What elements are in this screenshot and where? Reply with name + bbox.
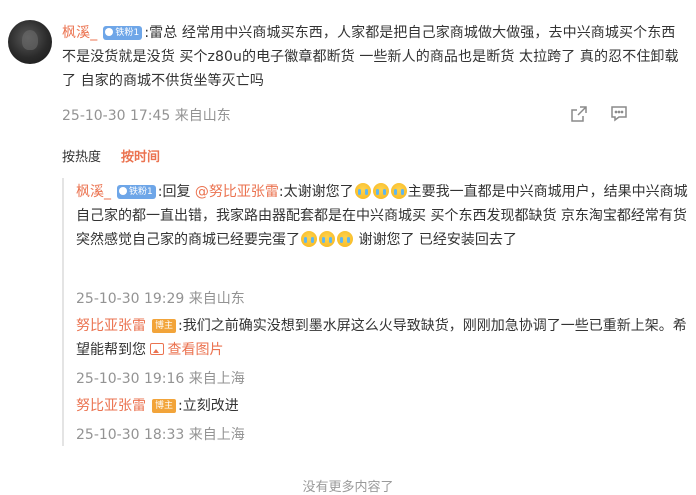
crying-emoji-icon	[354, 183, 371, 199]
main-comment-text: :雷总 经常用中兴商城买东西，人家都是把自己家商城做大做强，去中兴商城买个东西 …	[62, 25, 679, 89]
main-comment-location: 来自山东	[174, 108, 231, 124]
crying-emoji-icon	[319, 231, 335, 247]
reply-time: 25-10-30 19:29	[76, 291, 185, 307]
avatar[interactable]	[8, 20, 52, 64]
reply-item: 努比亚张雷 博主:立刻改进	[76, 394, 688, 418]
reply-username[interactable]: 枫溪_	[76, 184, 111, 200]
reply-username[interactable]: 努比亚张雷	[76, 398, 146, 414]
reply-item: 枫溪_ 铁粉1:回复 @努比亚张雷:太谢谢您了 主要我一直都是中兴商城用户，结果中兴…	[76, 180, 688, 252]
reply-meta: 25-10-30 18:33 来自上海	[76, 424, 245, 444]
reply-meta: 25-10-30 19:16 来自上海	[76, 368, 245, 388]
reply-location: 来自山东	[188, 291, 245, 307]
reply-prefix: :回复	[157, 184, 191, 200]
reply-location: 来自上海	[188, 371, 245, 387]
comment-icon[interactable]	[610, 105, 628, 123]
fan-badge[interactable]: 铁粉1	[103, 26, 143, 40]
main-comment-meta: 25-10-30 17:45 来自山东	[62, 105, 231, 125]
blogger-badge: 博主	[152, 399, 177, 413]
crying-emoji-icon	[337, 231, 353, 247]
blogger-badge: 博主	[152, 319, 177, 333]
reply-text: 谢谢您了 已经安装回去了	[354, 232, 517, 248]
sort-bar: 按热度 按时间	[62, 146, 160, 165]
view-image-label: 查看图片	[167, 342, 224, 358]
sort-by-hot[interactable]: 按热度	[62, 150, 101, 165]
reply-username[interactable]: 努比亚张雷	[76, 318, 146, 334]
image-icon	[150, 343, 165, 355]
share-icon[interactable]	[570, 105, 588, 123]
reply-time: 25-10-30 19:16	[76, 371, 185, 387]
reply-location: 来自上海	[188, 427, 245, 443]
fan-badge[interactable]: 铁粉1	[117, 185, 156, 199]
fan-badge-label: 铁粉1	[129, 187, 153, 197]
reply-text: :立刻改进	[178, 398, 239, 414]
mention-link[interactable]: @努比亚张雷	[195, 184, 279, 200]
reply-text: :太谢谢您了	[278, 184, 354, 200]
reply-item: 努比亚张雷 博主:我们之前确实没想到墨水屏这么火导致缺货，刚刚加急协调了一些已重新…	[76, 314, 688, 362]
fan-badge-icon	[119, 187, 127, 195]
fan-badge-icon	[105, 28, 114, 36]
reply-time: 25-10-30 18:33	[76, 427, 185, 443]
sort-by-time[interactable]: 按时间	[121, 150, 160, 165]
fan-badge-label: 铁粉1	[115, 28, 140, 38]
crying-emoji-icon	[372, 183, 389, 199]
main-comment-time: 25-10-30 17:45	[62, 108, 171, 124]
view-image-link[interactable]: 查看图片	[150, 342, 223, 358]
main-comment: 枫溪_ 铁粉1:雷总 经常用中兴商城买东西，人家都是把自己家商城做大做强，去中兴商…	[62, 21, 688, 93]
main-comment-username[interactable]: 枫溪_	[62, 25, 97, 41]
crying-emoji-icon	[301, 231, 317, 247]
reply-list: 枫溪_ 铁粉1:回复 @努比亚张雷:太谢谢您了 主要我一直都是中兴商城用户，结果中兴…	[62, 178, 692, 446]
reply-meta: 25-10-30 19:29 来自山东	[76, 288, 245, 308]
crying-emoji-icon	[390, 183, 407, 199]
